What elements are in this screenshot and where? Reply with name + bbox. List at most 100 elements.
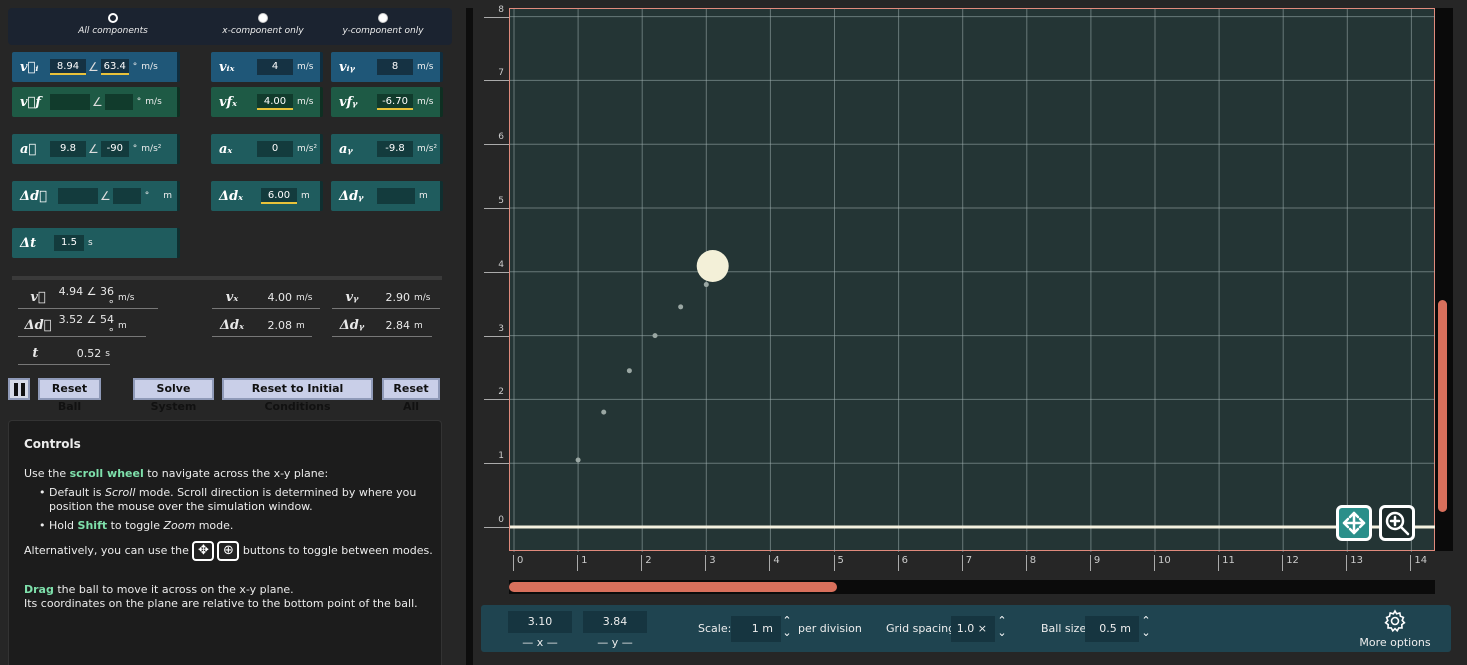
ay-input[interactable]: -9.8 (377, 141, 413, 157)
panel-divider[interactable] (466, 8, 473, 665)
dy-input[interactable] (377, 188, 415, 204)
degree-unit: ° (132, 144, 138, 154)
vix-input[interactable]: 4 (257, 59, 293, 75)
x-axis-tick-label: 6 (897, 555, 908, 571)
dd-angle-input[interactable] (112, 188, 141, 204)
ax-symbol: aₓ (219, 141, 233, 157)
degree-unit: ° (132, 62, 138, 72)
displacement-readout: Δd⃗ 3.52 ∠ 54 ° m (18, 312, 146, 339)
y-axis-tick-label: 3 (498, 323, 504, 334)
component-mode-selector: All components x-component only y-compon… (8, 8, 452, 45)
text: Zoom (163, 519, 196, 532)
highlight-text: scroll wheel (69, 467, 144, 480)
reset-all-button[interactable]: Reset All (382, 378, 440, 413)
zoom-mode-button[interactable] (1379, 505, 1415, 541)
dd-input-group: Δd⃗ ∠ ° m (12, 181, 180, 211)
ball-x-coordinate[interactable]: 3.10 (508, 611, 572, 633)
ay-input-group: aᵧ -9.8 m/s² (331, 134, 443, 164)
pause-button[interactable] (8, 378, 30, 400)
controls-help-panel: Controls Use the scroll wheel to navigat… (8, 420, 442, 665)
zoom-icon: ⊕ (217, 541, 240, 561)
mode-x-component[interactable]: x-component only (193, 13, 333, 36)
y-axis-tick (484, 527, 510, 528)
dd-magnitude-input[interactable] (58, 188, 98, 204)
mode-y-component[interactable]: y-component only (313, 13, 453, 36)
trail-dot (703, 282, 709, 288)
reset-ball-button[interactable]: Reset Ball (38, 378, 101, 413)
more-options-button[interactable]: More options (1355, 609, 1435, 649)
radio-selected-icon[interactable] (108, 13, 118, 23)
vx-unit: m/s (296, 292, 313, 303)
reset-initial-conditions-button[interactable]: Reset to Initial Conditions (222, 378, 373, 413)
grid-spacing-input[interactable]: 1.0 × (951, 616, 995, 642)
scale-stepper-icon[interactable]: ⌃ ⌄ (780, 615, 794, 643)
x-axis-tick-label: 2 (641, 555, 652, 571)
v-symbol: v⃗ (30, 290, 46, 305)
ball-size-input[interactable]: 0.5 m (1085, 616, 1139, 642)
vf-angle-input[interactable] (104, 94, 133, 110)
vi-angle-input[interactable]: 63.4 (100, 59, 129, 75)
pan-mode-button[interactable] (1336, 505, 1372, 541)
grid-stepper-icon[interactable]: ⌃ ⌄ (995, 615, 1009, 643)
controls-bullet-scroll: • Default is Scroll mode. Scroll directi… (39, 486, 417, 513)
a-angle-input[interactable]: -90 (100, 141, 129, 157)
ball-y-coordinate[interactable]: 3.84 (583, 611, 647, 633)
vy-value: 2.90 (385, 291, 411, 304)
pause-icon (20, 382, 25, 396)
y-axis-ruler: 0 1 2 3 4 5 6 7 8 (477, 5, 510, 551)
ay-symbol: aᵧ (339, 141, 353, 157)
ball-size-stepper-icon[interactable]: ⌃ ⌄ (1139, 615, 1153, 643)
y-axis-tick (484, 463, 510, 465)
vfy-input[interactable]: -6.70 (377, 94, 413, 110)
more-options-label: More options (1359, 636, 1431, 649)
vfx-input[interactable]: 4.00 (257, 94, 293, 110)
controls-title: Controls (24, 437, 81, 451)
vf-magnitude-input[interactable] (50, 94, 90, 110)
dt-input[interactable]: 1.5 (54, 235, 84, 251)
solve-system-button[interactable]: Solve System (133, 378, 214, 413)
vi-magnitude-input[interactable]: 8.94 (50, 59, 86, 75)
dx-readout-unit: m (296, 320, 305, 331)
a-magnitude-input[interactable]: 9.8 (50, 141, 86, 157)
move-icon: ✥ (192, 541, 215, 561)
dx-value: 2.08 (267, 319, 293, 332)
controls-alt-line: Alternatively, you can use the ✥ ⊕ button… (24, 541, 433, 561)
a-symbol: a⃗ (20, 141, 37, 157)
y-axis-tick (484, 208, 510, 209)
ax-input[interactable]: 0 (257, 141, 293, 157)
y-axis-tick (484, 144, 510, 146)
vy-unit: m/s (414, 292, 431, 303)
y-axis-tick (484, 399, 510, 401)
horizontal-scrollbar-thumb[interactable] (509, 582, 837, 592)
zoom-in-icon (1385, 511, 1410, 536)
dx-unit: m (301, 191, 310, 201)
scale-suffix-label: per division (798, 622, 862, 635)
dt-input-group: Δt 1.5 s (12, 228, 180, 258)
projectile-ball (696, 250, 729, 283)
vertical-scrollbar-thumb[interactable] (1438, 300, 1447, 512)
scale-input[interactable]: 1 m (731, 616, 781, 642)
viy-unit: m/s (417, 62, 434, 72)
radio-icon[interactable] (258, 13, 268, 23)
dd-symbol: Δd⃗ (20, 188, 47, 204)
t-value: 0.52 (76, 347, 102, 360)
vy-readout: vᵧ 2.90 m/s (332, 287, 440, 309)
simulation-plot[interactable] (509, 8, 1436, 552)
angle-symbol: ∠ (88, 60, 99, 74)
vfy-symbol: vfᵧ (339, 94, 358, 110)
viy-input[interactable]: 8 (377, 59, 413, 75)
dt-symbol: Δt (20, 235, 37, 251)
ball-size-label: Ball size (1041, 622, 1087, 635)
vf-input-group: v⃗f ∠ ° m/s (12, 87, 180, 117)
highlight-text: Drag (24, 583, 54, 596)
d-value: 3.52 ∠ 54 ° (58, 312, 114, 339)
dx-input[interactable]: 6.00 (261, 188, 297, 204)
plot-canvas[interactable] (510, 9, 1436, 552)
mode-all-components[interactable]: All components (43, 13, 183, 36)
text: Hold (49, 519, 78, 532)
y-axis-tick (484, 16, 510, 18)
highlight-text: Shift (77, 519, 108, 532)
x-axis-ruler: 0 1 2 3 4 5 6 7 8 9 10 11 12 13 14 (509, 551, 1435, 581)
radio-icon[interactable] (378, 13, 388, 23)
controls-bullet-shift: • Hold Shift to toggle Zoom mode. (39, 519, 234, 532)
